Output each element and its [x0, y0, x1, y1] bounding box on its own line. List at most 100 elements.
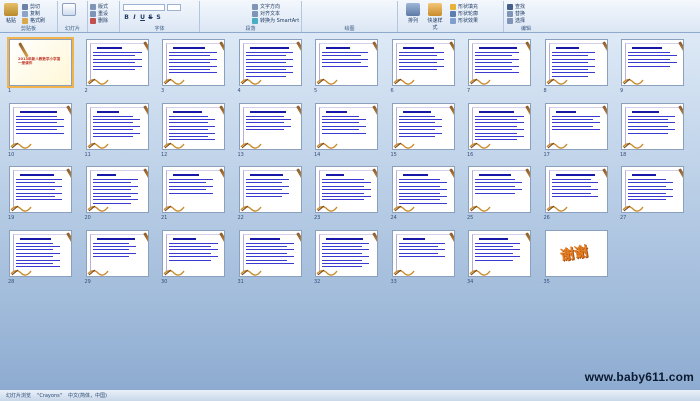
title-slide-text: 2013年新人教数学小学第一册课件 — [18, 57, 61, 66]
paste-button[interactable]: 粘贴 — [3, 3, 19, 24]
layout-button[interactable]: 版式 — [90, 3, 108, 10]
italic-button[interactable]: I — [131, 14, 138, 21]
crayon-icon — [525, 168, 530, 184]
slide-text-line — [245, 259, 287, 261]
slide-number: 28 — [8, 278, 15, 285]
slide-text-line — [322, 62, 361, 64]
slide-thumbnail[interactable] — [621, 39, 684, 86]
slide-text-line — [322, 52, 368, 53]
delete-slide-button[interactable]: 删除 — [90, 17, 108, 24]
slide-thumbnail[interactable] — [468, 166, 531, 213]
slide-heading-line — [249, 110, 286, 113]
slide-text-line — [169, 122, 208, 124]
slide-thumbnail[interactable] — [621, 102, 684, 150]
slide-thumbnail[interactable] — [9, 166, 72, 213]
smartart-button[interactable]: 转换为 SmartArt — [252, 17, 299, 24]
slide-thumbnail[interactable] — [162, 229, 225, 277]
slide-thumbnail[interactable] — [391, 102, 455, 150]
shape-fill-button[interactable]: 形状填充 — [450, 3, 478, 10]
slide-thumbnail[interactable] — [85, 166, 149, 213]
crayon-icon — [295, 41, 301, 57]
crayon-icon — [142, 41, 148, 57]
slide-text-line — [92, 55, 135, 57]
slide-thumbnail[interactable] — [391, 229, 455, 277]
slide-thumbnail[interactable] — [621, 166, 684, 213]
slide-text-line — [245, 122, 284, 124]
slide-number: 31 — [237, 278, 244, 285]
slide-thumbnail[interactable] — [9, 229, 72, 277]
slide-text-line — [92, 242, 129, 244]
format-painter-button[interactable]: 格式刷 — [22, 17, 45, 24]
slide-thumbnail[interactable] — [162, 102, 225, 150]
cut-button[interactable]: 剪切 — [22, 3, 40, 10]
slide-thumbnail[interactable] — [9, 102, 72, 150]
slide-thumbnail[interactable] — [544, 166, 608, 213]
slide-number: 19 — [8, 215, 15, 221]
slide-heading-line — [96, 47, 122, 49]
slide-thumbnail[interactable] — [315, 102, 378, 150]
slide-thumbnail[interactable] — [238, 166, 302, 213]
slide-text-line — [16, 242, 53, 244]
font-size-combo[interactable] — [167, 4, 181, 11]
strikethrough-button[interactable]: S — [147, 14, 154, 21]
shape-outline-button[interactable]: 形状轮廓 — [450, 10, 478, 17]
slide-thumbnail[interactable] — [85, 229, 149, 277]
slide-thumbnail[interactable] — [315, 166, 378, 213]
slide-text-line — [92, 52, 142, 53]
slide-text-line — [551, 185, 591, 187]
slide-number: 2 — [84, 88, 88, 94]
shape-effects-button[interactable]: 形状效果 — [450, 17, 478, 24]
paragraph-group: 文字方向 对齐文本 转换为 SmartArt 段落 — [200, 1, 302, 32]
slide-thumbnail[interactable] — [315, 229, 378, 277]
slide-thumbnail[interactable] — [162, 166, 225, 213]
slide-thumbnail[interactable] — [85, 39, 149, 86]
reset-button[interactable]: 重设 — [90, 10, 108, 17]
slide-text-line — [475, 256, 520, 258]
shadow-button[interactable]: S — [155, 14, 162, 21]
slide-text-line — [398, 122, 435, 124]
arrange-button[interactable]: 排列 — [406, 3, 420, 24]
slide-text-line — [245, 52, 293, 53]
slide-thumbnail[interactable] — [391, 166, 455, 213]
font-family-combo[interactable] — [123, 4, 165, 11]
quick-styles-button[interactable]: 快速样式 — [426, 3, 444, 31]
slide-thumbnail[interactable] — [238, 39, 302, 86]
slide-text-line — [245, 118, 291, 120]
select-button[interactable]: 选择 — [507, 17, 525, 24]
slide-text-line — [551, 129, 600, 131]
slide-thumbnail[interactable]: 谢谢 — [544, 229, 608, 277]
slide-thumbnail[interactable] — [468, 229, 531, 277]
copy-button[interactable]: 复制 — [22, 10, 40, 17]
slide-thumbnail[interactable] — [544, 39, 608, 86]
slide-thumbnail[interactable] — [468, 39, 531, 86]
slide-thumbnail[interactable] — [238, 229, 302, 277]
bold-button[interactable]: B — [123, 14, 130, 21]
slide-thumbnail[interactable] — [85, 102, 149, 150]
slide-thumbnail[interactable] — [162, 39, 225, 86]
replace-button[interactable]: 替换 — [507, 10, 525, 17]
slide-text-line — [475, 125, 517, 127]
slide-text-line — [475, 115, 524, 117]
slide-text-line — [551, 118, 593, 120]
slide-text-line — [322, 115, 359, 117]
text-direction-button[interactable]: 文字方向 — [252, 3, 280, 10]
slide-text-line — [398, 118, 442, 120]
slide-thumbnail[interactable] — [544, 102, 608, 150]
slide-text-line — [322, 182, 371, 184]
slide-thumbnail[interactable]: 2013年新人教数学小学第一册课件 — [7, 37, 74, 88]
status-theme: "Crayons" — [37, 392, 63, 399]
slide-text-line — [628, 129, 675, 131]
crayon-doodle-icon — [622, 78, 644, 85]
crayon-doodle-icon — [239, 205, 262, 212]
slide-thumbnail[interactable] — [391, 39, 455, 86]
align-text-button[interactable]: 对齐文本 — [252, 10, 280, 17]
slide-text-line — [475, 245, 513, 247]
slide-thumbnail[interactable] — [238, 102, 302, 150]
slide-thumbnail[interactable] — [315, 39, 378, 86]
slide-text-line — [322, 118, 366, 120]
underline-button[interactable]: U — [139, 14, 146, 21]
slide-text-line — [16, 182, 55, 184]
new-slide-button[interactable] — [60, 3, 78, 17]
slide-thumbnail[interactable] — [468, 102, 531, 150]
find-button[interactable]: 查找 — [507, 3, 525, 10]
